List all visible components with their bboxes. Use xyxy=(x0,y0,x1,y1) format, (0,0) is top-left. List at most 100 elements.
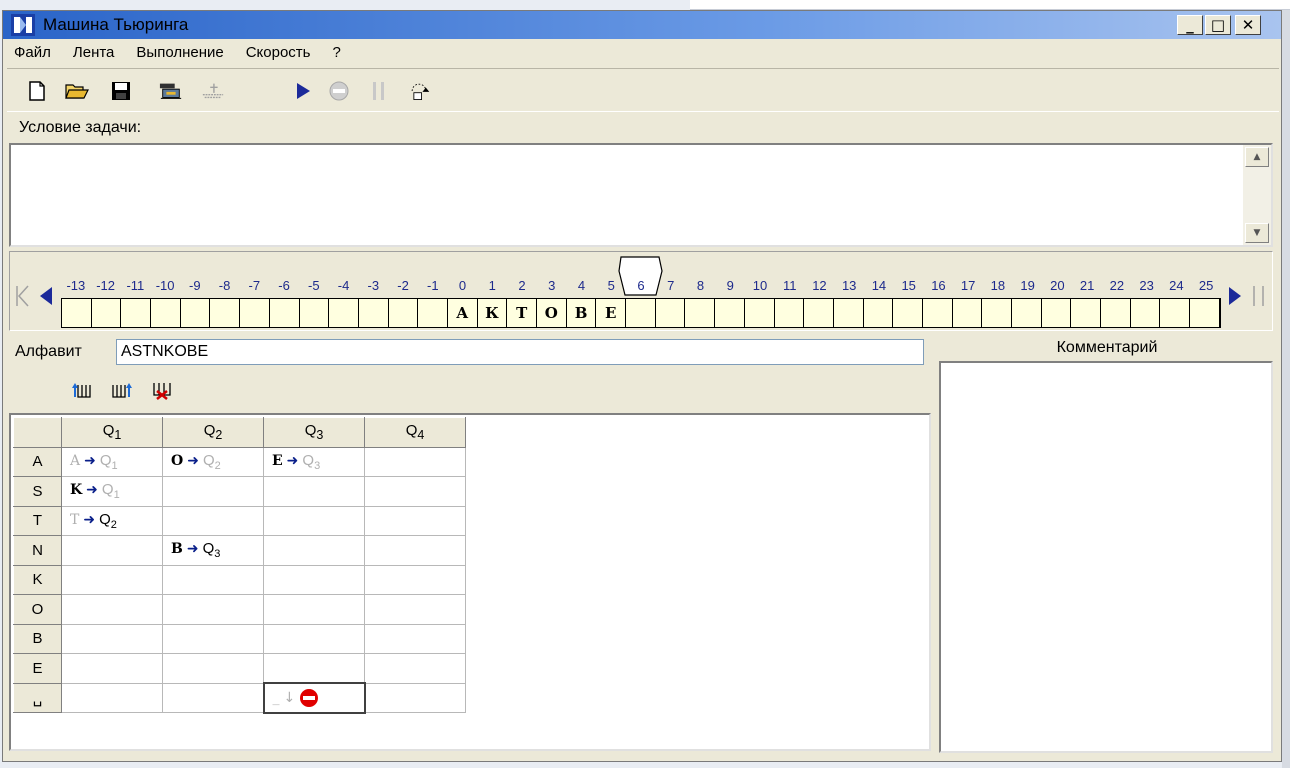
alphabet-input[interactable] xyxy=(116,339,924,365)
cell-t-q2[interactable] xyxy=(162,505,264,536)
menu-help[interactable]: ? xyxy=(322,44,352,61)
tape-cell[interactable] xyxy=(180,299,211,327)
cell-e-q3[interactable] xyxy=(263,653,365,684)
tape-last-icon[interactable] xyxy=(1248,282,1270,310)
cell-s-q2[interactable] xyxy=(162,476,264,507)
comment-textarea[interactable] xyxy=(939,361,1273,753)
cell-k-q3[interactable] xyxy=(263,564,365,595)
tape-cell[interactable] xyxy=(715,299,745,327)
cell-e-q1[interactable] xyxy=(61,653,163,684)
cell-e-q4[interactable] xyxy=(364,653,466,684)
cell-o-q3[interactable] xyxy=(263,594,365,625)
cell-b-q3[interactable] xyxy=(263,623,365,654)
column-header-q2[interactable]: Q2 xyxy=(162,417,264,448)
row-header-t[interactable]: T xyxy=(13,505,62,536)
tape-cell[interactable] xyxy=(1130,299,1161,327)
scroll-up-arrow[interactable]: ▲ xyxy=(1245,147,1269,167)
tape-cell[interactable]: В xyxy=(566,299,597,327)
panel-splitter[interactable] xyxy=(931,331,937,757)
tape-cell[interactable] xyxy=(418,299,448,327)
tape-first-icon[interactable] xyxy=(12,282,32,310)
cell-b-q4[interactable] xyxy=(364,623,466,654)
tape-cell[interactable] xyxy=(1012,299,1042,327)
tape-cell[interactable] xyxy=(922,299,953,327)
tape-cell[interactable] xyxy=(329,299,359,327)
tape-cell[interactable] xyxy=(151,299,181,327)
tape-cell[interactable] xyxy=(1190,299,1220,327)
cell-t-q3[interactable] xyxy=(263,505,365,536)
tape-cell[interactable] xyxy=(1071,299,1102,327)
cell-a-q3[interactable]: E ➜ Q3 xyxy=(263,446,365,477)
tape-cell[interactable] xyxy=(91,299,122,327)
tape-cell[interactable] xyxy=(1041,299,1072,327)
column-header-q1[interactable]: Q1 xyxy=(61,417,163,448)
tape-cell[interactable] xyxy=(388,299,419,327)
cell-blank-q1[interactable] xyxy=(61,682,163,713)
cell-a-q1[interactable]: A ➜ Q1 xyxy=(61,446,163,477)
tape-cell[interactable] xyxy=(952,299,983,327)
tape-cell[interactable] xyxy=(893,299,923,327)
row-header-e[interactable]: E xyxy=(13,653,62,684)
cell-o-q4[interactable] xyxy=(364,594,466,625)
row-header-b[interactable]: B xyxy=(13,623,62,654)
tape-cell[interactable] xyxy=(240,299,270,327)
menu-file[interactable]: Файл xyxy=(3,44,62,61)
tape-cell[interactable] xyxy=(626,299,656,327)
cell-o-q2[interactable] xyxy=(162,594,264,625)
tape-cell[interactable] xyxy=(744,299,775,327)
delete-column-icon[interactable] xyxy=(151,379,173,401)
cell-k-q4[interactable] xyxy=(364,564,466,595)
column-header-q4[interactable]: Q4 xyxy=(364,417,466,448)
cell-n-q3[interactable] xyxy=(263,535,365,566)
close-button[interactable]: ✕ xyxy=(1235,15,1261,35)
cell-t-q4[interactable] xyxy=(364,505,466,536)
cell-s-q3[interactable] xyxy=(263,476,365,507)
tape-cell[interactable] xyxy=(299,299,330,327)
column-header-q3[interactable]: Q3 xyxy=(263,417,365,448)
task-condition-textarea[interactable]: ▲ ▼ xyxy=(9,143,1273,247)
cell-n-q1[interactable] xyxy=(61,535,163,566)
cell-k-q2[interactable] xyxy=(162,564,264,595)
cell-blank-q4[interactable] xyxy=(364,682,466,713)
tape-cell[interactable] xyxy=(210,299,241,327)
cell-s-q1[interactable]: K ➜ Q1 xyxy=(61,476,163,507)
cell-a-q2[interactable]: O ➜ Q2 xyxy=(162,446,264,477)
row-header-blank[interactable]: ␣ xyxy=(13,682,62,713)
open-folder-icon[interactable] xyxy=(65,79,89,103)
tape-cell[interactable] xyxy=(655,299,686,327)
tape-cell[interactable]: К xyxy=(477,299,508,327)
menu-speed[interactable]: Скорость xyxy=(235,44,322,61)
menu-tape[interactable]: Лента xyxy=(62,44,126,61)
tape-cell[interactable]: А xyxy=(447,299,478,327)
menu-run[interactable]: Выполнение xyxy=(125,44,234,61)
tape-cell[interactable] xyxy=(982,299,1012,327)
tape-cell[interactable] xyxy=(685,299,716,327)
save-icon[interactable] xyxy=(109,79,133,103)
cell-s-q4[interactable] xyxy=(364,476,466,507)
cell-n-q4[interactable] xyxy=(364,535,466,566)
cell-a-q4[interactable] xyxy=(364,446,466,477)
tape-cell[interactable] xyxy=(269,299,300,327)
cell-k-q1[interactable] xyxy=(61,564,163,595)
tape-cell[interactable] xyxy=(1101,299,1131,327)
tape-cell[interactable] xyxy=(121,299,152,327)
cell-b-q2[interactable] xyxy=(162,623,264,654)
tape-cell[interactable] xyxy=(62,299,92,327)
tape-cell[interactable] xyxy=(358,299,389,327)
cell-t-q1[interactable]: T ➜ Q2 xyxy=(61,505,163,536)
run-icon[interactable] xyxy=(291,79,315,103)
cell-blank-q3[interactable]: _ ↓ xyxy=(262,682,366,714)
scroll-down-arrow[interactable]: ▼ xyxy=(1245,223,1269,243)
title-bar[interactable]: Машина Тьюринга _ □ ✕ xyxy=(3,11,1281,39)
row-header-n[interactable]: N xyxy=(13,535,62,566)
insert-column-before-icon[interactable] xyxy=(71,379,93,401)
minimize-button[interactable]: _ xyxy=(1177,15,1203,35)
cell-b-q1[interactable] xyxy=(61,623,163,654)
condition-scrollbar[interactable]: ▲ ▼ xyxy=(1243,145,1271,245)
tape-cell[interactable] xyxy=(833,299,864,327)
row-header-o[interactable]: O xyxy=(13,594,62,625)
tape-cell[interactable] xyxy=(774,299,805,327)
row-header-k[interactable]: K xyxy=(13,564,62,595)
tape-cell[interactable]: Е xyxy=(596,299,627,327)
tape-cell[interactable]: Т xyxy=(507,299,537,327)
